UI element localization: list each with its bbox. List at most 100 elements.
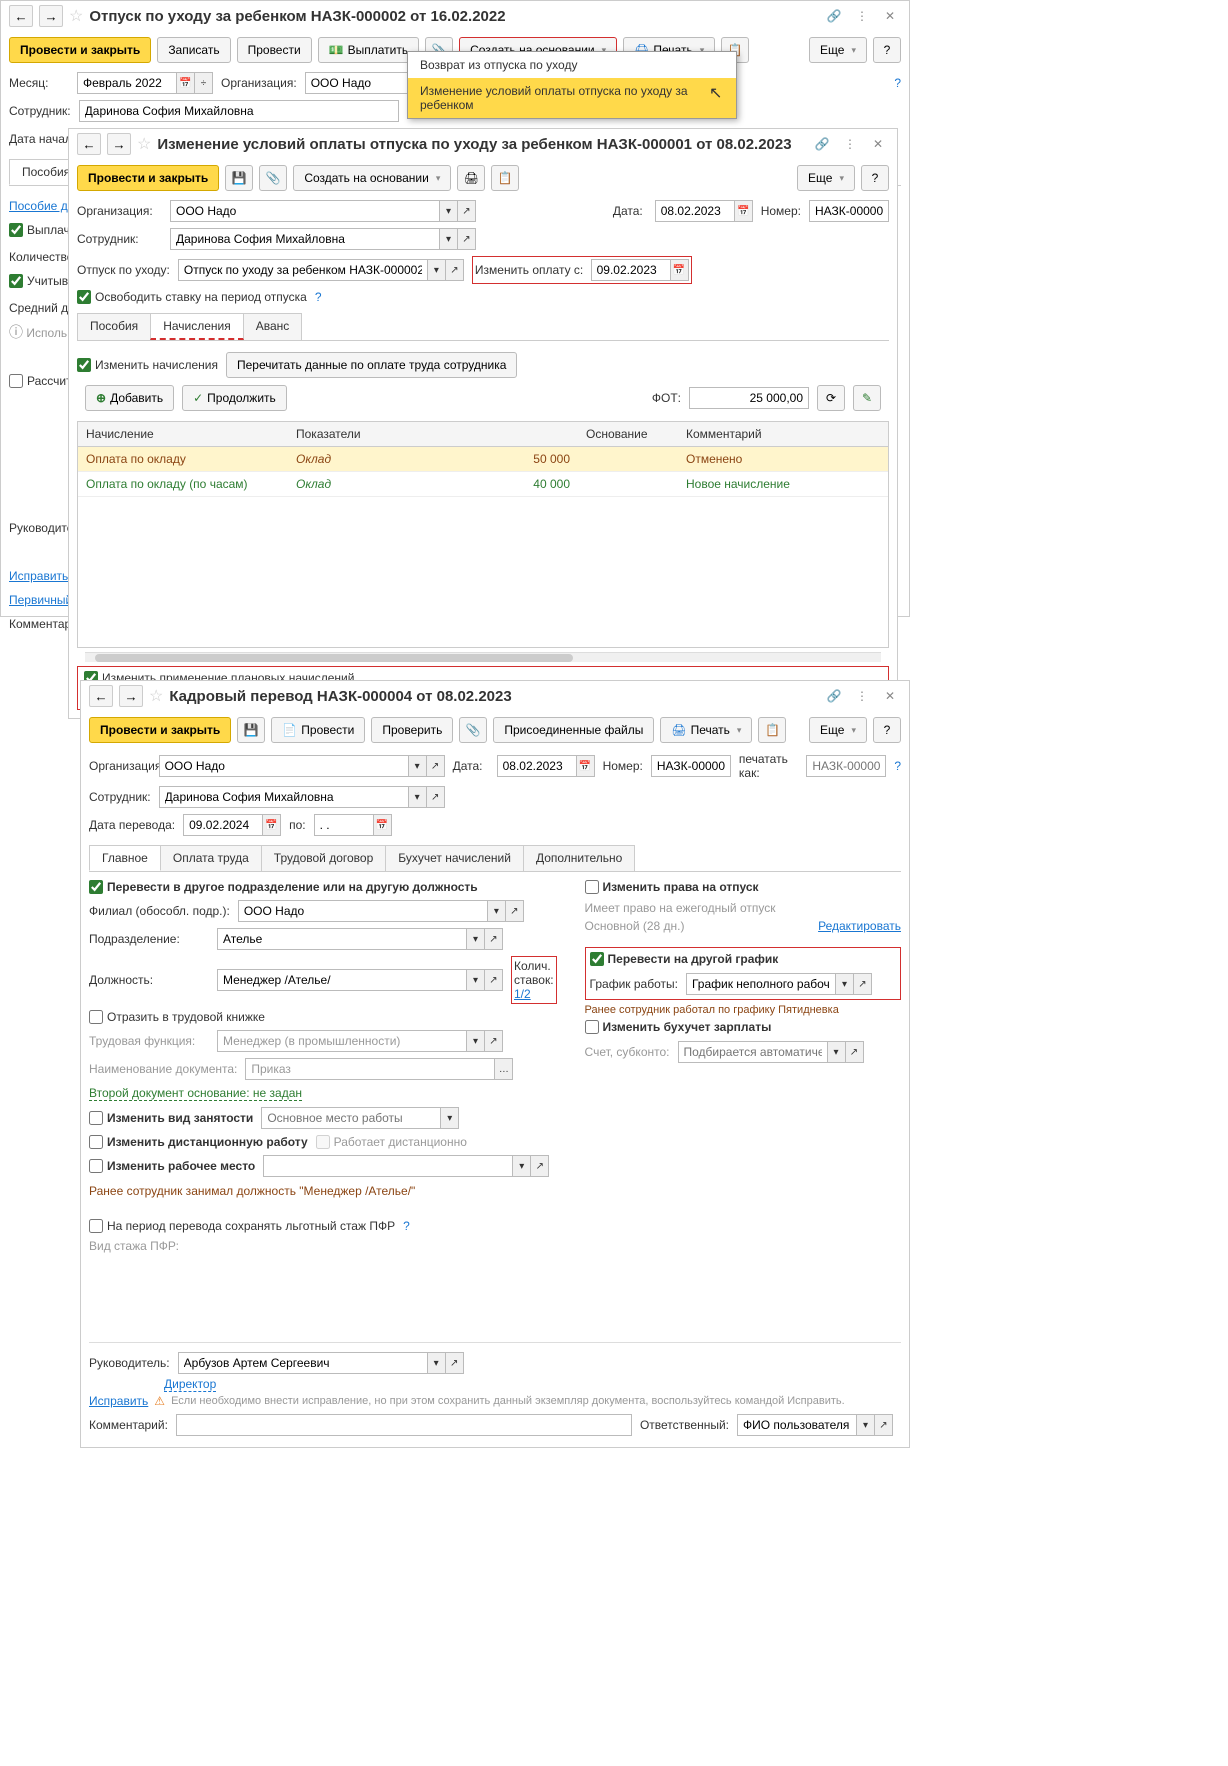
back-button[interactable]: ← bbox=[9, 5, 33, 27]
employee-input[interactable] bbox=[170, 228, 440, 250]
menu-item-change-pay[interactable]: Изменение условий оплаты отпуска по уход… bbox=[408, 78, 736, 118]
dropdown-icon[interactable]: ▾ bbox=[428, 1352, 446, 1374]
dropdown-icon[interactable]: ▾ bbox=[857, 1414, 875, 1436]
link-icon[interactable]: 🔗 bbox=[823, 685, 845, 707]
open-icon[interactable]: ↗ bbox=[506, 900, 524, 922]
stepper-icon[interactable]: ÷ bbox=[195, 72, 213, 94]
calendar-icon[interactable]: 📅 bbox=[671, 259, 689, 281]
change-accruals-checkbox[interactable]: Изменить начисления bbox=[77, 358, 218, 372]
dropdown-icon[interactable]: ▾ bbox=[428, 259, 446, 281]
open-icon[interactable]: ↗ bbox=[446, 259, 464, 281]
remote-checkbox[interactable]: Изменить дистанционную работу bbox=[89, 1135, 308, 1149]
dropdown-icon[interactable]: ▾ bbox=[467, 928, 485, 950]
workbook-checkbox[interactable]: Отразить в трудовой книжке bbox=[89, 1010, 265, 1024]
post-button[interactable]: Провести bbox=[237, 37, 312, 63]
close-icon[interactable]: ✕ bbox=[879, 5, 901, 27]
num-input[interactable] bbox=[651, 755, 731, 777]
schedule-input[interactable] bbox=[686, 973, 836, 995]
back-button[interactable]: ← bbox=[77, 133, 101, 155]
dropdown-icon[interactable]: ▾ bbox=[409, 755, 427, 777]
change-emp-checkbox[interactable]: Изменить вид занятости bbox=[89, 1111, 253, 1125]
dropdown-icon[interactable]: ▾ bbox=[836, 973, 854, 995]
h-scrollbar[interactable] bbox=[85, 652, 881, 662]
calendar-icon[interactable]: 📅 bbox=[577, 755, 595, 777]
open-icon[interactable]: ↗ bbox=[427, 786, 445, 808]
post-button[interactable]: 📄Провести bbox=[271, 717, 365, 743]
more-button[interactable]: Еще bbox=[809, 37, 867, 63]
star-icon[interactable]: ☆ bbox=[149, 686, 163, 706]
more-icon[interactable]: ⋮ bbox=[851, 5, 873, 27]
tab-acc[interactable]: Бухучет начислений bbox=[385, 845, 524, 871]
open-icon[interactable]: ↗ bbox=[485, 928, 503, 950]
tab-extra[interactable]: Дополнительно bbox=[523, 845, 635, 871]
reread-button[interactable]: Перечитать данные по оплате труда сотруд… bbox=[226, 352, 517, 378]
release-rate-checkbox[interactable]: Освободить ставку на период отпуска bbox=[77, 290, 307, 304]
continue-button[interactable]: ✓Продолжить bbox=[182, 385, 287, 411]
tab-contract[interactable]: Трудовой договор bbox=[261, 845, 386, 871]
transfer-dept-checkbox[interactable]: Перевести в другое подразделение или на … bbox=[89, 880, 478, 894]
help-button[interactable]: ? bbox=[873, 717, 901, 743]
back-button[interactable]: ← bbox=[89, 685, 113, 707]
more-button[interactable]: Еще bbox=[809, 717, 867, 743]
dropdown-icon[interactable]: ▾ bbox=[440, 228, 458, 250]
open-icon[interactable]: ↗ bbox=[485, 969, 503, 991]
close-icon[interactable]: ✕ bbox=[879, 685, 901, 707]
table-row[interactable]: Оплата по окладуОклад50 000Отменено bbox=[78, 447, 888, 472]
related-button[interactable]: 📋 bbox=[758, 717, 786, 743]
print-button[interactable]: 🖨Печать bbox=[660, 717, 752, 743]
employee-input[interactable] bbox=[159, 786, 409, 808]
org-input[interactable] bbox=[170, 200, 440, 222]
menu-item-return[interactable]: Возврат из отпуска по уходу bbox=[408, 52, 736, 78]
dropdown-icon[interactable]: ▾ bbox=[467, 969, 485, 991]
forward-button[interactable]: → bbox=[39, 5, 63, 27]
dropdown-icon[interactable]: ▾ bbox=[409, 786, 427, 808]
help-button[interactable]: ? bbox=[873, 37, 901, 63]
calendar-icon[interactable]: 📅 bbox=[374, 814, 392, 836]
edit-button[interactable]: ✎ bbox=[853, 385, 881, 411]
add-button[interactable]: ⊕Добавить bbox=[85, 385, 174, 411]
help-icon[interactable]: ? bbox=[315, 290, 322, 304]
date-input[interactable] bbox=[497, 755, 577, 777]
print-as-input[interactable] bbox=[806, 755, 886, 777]
date-input[interactable] bbox=[655, 200, 735, 222]
pos-input[interactable] bbox=[217, 969, 467, 991]
table-row[interactable]: Оплата по окладу (по часам)Оклад40 000Но… bbox=[78, 472, 888, 497]
tab-benefits[interactable]: Пособия bbox=[77, 313, 151, 340]
pay-checkbox[interactable]: Выплачи bbox=[9, 218, 77, 242]
calendar-icon[interactable]: 📅 bbox=[735, 200, 753, 222]
save-icon-button[interactable]: 💾 bbox=[225, 165, 253, 191]
more-button[interactable]: Еще bbox=[797, 165, 855, 191]
change-acc-checkbox[interactable]: Изменить бухучет зарплаты bbox=[585, 1020, 772, 1034]
forward-button[interactable]: → bbox=[119, 685, 143, 707]
edit-vacation-link[interactable]: Редактировать bbox=[818, 919, 901, 933]
dropdown-icon[interactable]: ▾ bbox=[488, 900, 506, 922]
tab-pay[interactable]: Оплата труда bbox=[160, 845, 262, 871]
calendar-icon[interactable]: 📅 bbox=[177, 72, 195, 94]
help-button[interactable]: ? bbox=[861, 165, 889, 191]
transfer-date-input[interactable] bbox=[183, 814, 263, 836]
second-doc-link[interactable]: Второй документ основание: не задан bbox=[89, 1086, 302, 1101]
help-icon[interactable]: ? bbox=[403, 1219, 410, 1233]
open-icon[interactable]: ↗ bbox=[458, 228, 476, 250]
calendar-icon[interactable]: 📅 bbox=[263, 814, 281, 836]
save-button[interactable]: Записать bbox=[157, 37, 230, 63]
vacation-rights-checkbox[interactable]: Изменить права на отпуск bbox=[585, 880, 759, 894]
link-icon[interactable]: 🔗 bbox=[823, 5, 845, 27]
leave-input[interactable] bbox=[178, 259, 428, 281]
dropdown-icon[interactable]: ▾ bbox=[440, 200, 458, 222]
tab-main[interactable]: Главное bbox=[89, 845, 161, 871]
employee-input[interactable] bbox=[79, 100, 399, 122]
fot-input[interactable] bbox=[689, 387, 809, 409]
consider-checkbox[interactable]: Учитыва bbox=[9, 269, 75, 293]
close-icon[interactable]: ✕ bbox=[867, 133, 889, 155]
star-icon[interactable]: ☆ bbox=[69, 6, 83, 26]
branch-input[interactable] bbox=[238, 900, 488, 922]
help-icon[interactable]: ? bbox=[894, 759, 901, 773]
attach-button[interactable]: 📎 bbox=[259, 165, 287, 191]
pfr-checkbox[interactable]: На период перевода сохранять льготный ст… bbox=[89, 1219, 395, 1233]
to-date-input[interactable] bbox=[314, 814, 374, 836]
month-input[interactable] bbox=[77, 72, 177, 94]
resp-input[interactable] bbox=[737, 1414, 857, 1436]
post-and-close-button[interactable]: Провести и закрыть bbox=[77, 165, 219, 191]
forward-button[interactable]: → bbox=[107, 133, 131, 155]
